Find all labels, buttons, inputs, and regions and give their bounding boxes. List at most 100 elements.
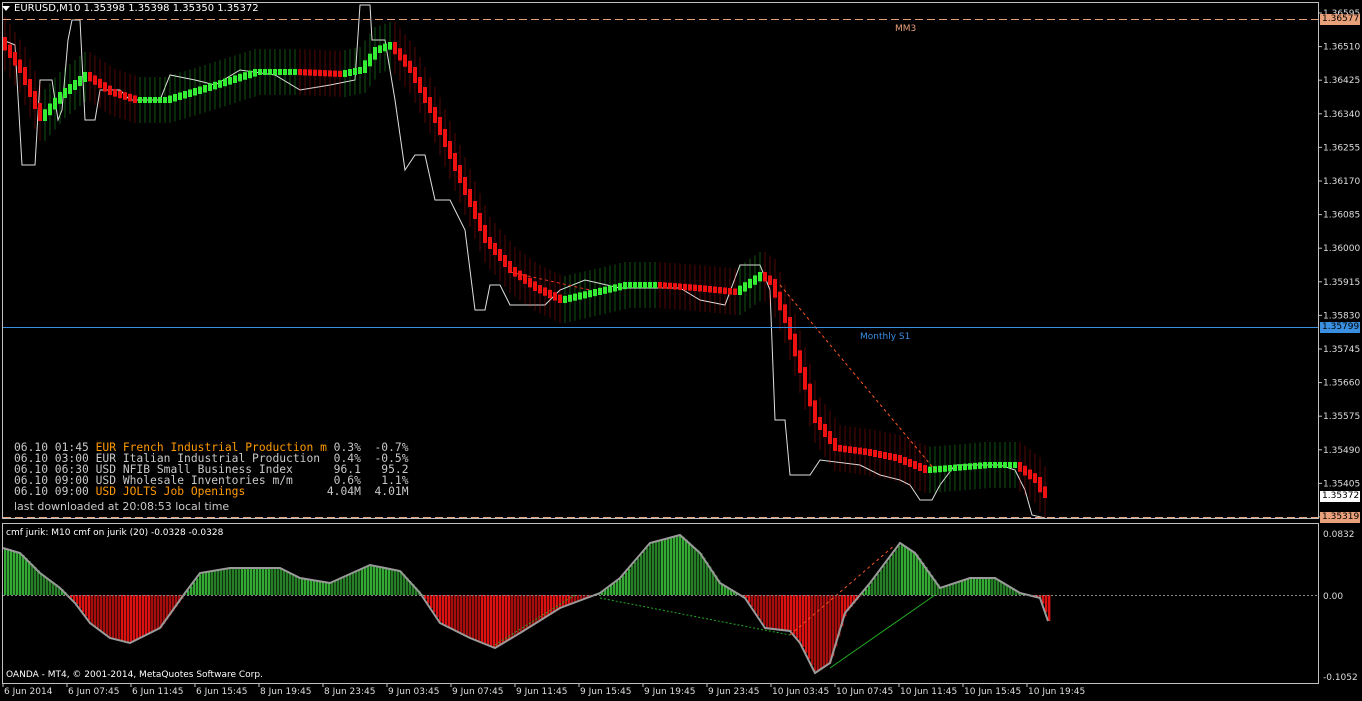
candle-body	[188, 89, 192, 97]
candle-body	[758, 272, 762, 282]
candle-body	[713, 286, 717, 293]
candle-body	[493, 243, 497, 255]
mm3-label: MM3	[895, 24, 916, 34]
cmf-bar	[799, 595, 802, 642]
candle-body	[293, 69, 297, 75]
candle-body	[848, 446, 852, 453]
cmf-bar	[466, 595, 469, 636]
cmf-bar	[886, 561, 889, 595]
candle-body	[18, 59, 22, 73]
candle-body	[418, 77, 422, 93]
cmf-bar	[916, 554, 919, 595]
candle-body	[883, 452, 887, 459]
cmf-bar	[694, 547, 697, 595]
cmf-bar	[679, 535, 682, 595]
candle-body	[613, 284, 617, 292]
cmf-bar	[988, 578, 991, 595]
cmf-bar	[811, 595, 814, 665]
cmf-bar	[538, 595, 541, 622]
candle-body	[23, 67, 27, 85]
time-tick-label: 10 Jun 07:45	[836, 687, 893, 697]
cmf-bar	[469, 595, 472, 638]
cmf-bar	[562, 595, 565, 608]
cmf-bar	[295, 575, 298, 595]
candle-body	[388, 42, 392, 50]
candle-body	[523, 274, 527, 284]
candle-body	[743, 282, 747, 292]
cmf-bar	[700, 553, 703, 595]
candle-body	[38, 103, 42, 121]
cmf-bar	[208, 571, 211, 595]
candle-body	[448, 141, 452, 159]
candle-body	[78, 76, 82, 86]
cmf-bar	[499, 595, 502, 646]
cmf-bar	[190, 586, 193, 595]
cmf-bar	[394, 569, 397, 595]
cmf-bar	[523, 595, 526, 632]
candle-body	[313, 69, 317, 76]
candle-body	[1018, 462, 1022, 472]
cmf-bar	[316, 580, 319, 595]
time-tick-label: 9 Jun 23:45	[708, 687, 759, 697]
candle-body	[638, 282, 642, 288]
cmf-bar	[148, 595, 151, 634]
cmf-bar	[265, 568, 268, 595]
cmf-bar	[13, 550, 16, 595]
cmf-bar	[241, 568, 244, 595]
cmf-bar	[130, 595, 133, 643]
cmf-bar	[145, 595, 148, 636]
symbol-header[interactable]: EURUSD,M10 1.35398 1.35398 1.35350 1.353…	[2, 3, 259, 14]
time-tick-label: 8 Jun 23:45	[324, 687, 375, 697]
candle-body	[193, 88, 197, 96]
cmf-bar	[982, 578, 985, 595]
monthly-s1-label: Monthly S1	[860, 332, 910, 342]
cmf-bar	[904, 545, 907, 595]
price-tick-label: 1.35830	[1323, 311, 1360, 321]
candle-body	[268, 69, 272, 75]
cmf-bar	[649, 544, 652, 595]
candle-body	[823, 424, 827, 437]
candle-body	[1038, 477, 1042, 493]
candle-body	[688, 284, 692, 291]
cmf-bar	[826, 595, 829, 666]
cmf-bar	[829, 595, 832, 664]
cmf-bar	[703, 557, 706, 595]
cmf-bar	[901, 543, 904, 595]
cmf-bar	[607, 587, 610, 595]
candle-body	[48, 103, 52, 116]
time-tick-label: 10 Jun 03:45	[772, 687, 829, 697]
candle-body	[518, 270, 522, 281]
time-tick-label: 6 Jun 07:45	[68, 687, 119, 697]
candle-body	[843, 445, 847, 453]
cmf-bar	[325, 582, 328, 595]
candle-body	[1028, 469, 1032, 480]
price-tick-label: 1.35490	[1323, 446, 1360, 456]
candle-body	[308, 69, 312, 76]
cmf-bar	[616, 581, 619, 595]
cmf-bar	[244, 568, 247, 595]
cmf-bar	[664, 539, 667, 595]
cmf-bar	[772, 595, 775, 629]
cmf-bar	[202, 572, 205, 595]
cmf-bar	[634, 561, 637, 595]
candle-body	[243, 72, 247, 80]
cmf-bar	[361, 569, 364, 595]
cmf-bar	[979, 578, 982, 595]
cmf-bar	[43, 575, 46, 595]
cmf-bar	[526, 595, 529, 630]
cmf-bar	[880, 569, 883, 595]
candle-body	[383, 43, 387, 52]
candle-body	[398, 48, 402, 61]
cmf-bar	[253, 568, 256, 595]
cmf-bar	[268, 568, 271, 595]
candle-body	[628, 282, 632, 288]
dropdown-triangle-icon[interactable]	[2, 5, 10, 11]
cmf-bar	[289, 572, 292, 595]
cmf-bar	[631, 565, 634, 595]
candle-body	[283, 69, 287, 75]
candle-body	[648, 282, 652, 288]
cmf-bar	[40, 573, 43, 595]
time-tick-label: 6 Jun 11:45	[132, 687, 183, 697]
cmf-bar	[157, 595, 160, 630]
candle-body	[693, 284, 697, 291]
